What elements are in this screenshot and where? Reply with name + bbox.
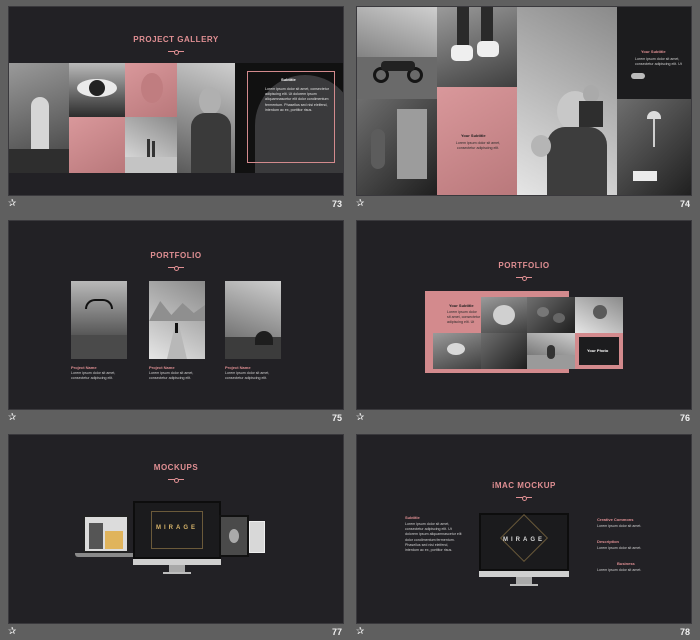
slide-78-imac-mockup[interactable]: iMAC MOCKUP Subtitle Lorem ipsum dolor s… (356, 434, 692, 624)
slide-74-photo-grid[interactable]: Your Subtitle Lorem ipsum dolor sit amet… (356, 6, 692, 196)
slide-78-footer: ✰ 78 (356, 626, 692, 640)
slide-number: 73 (331, 199, 342, 209)
slide-74-footer: ✰ 74 (356, 198, 692, 212)
star-icon[interactable]: ✰ (8, 198, 16, 210)
slide-number: 76 (679, 413, 690, 423)
slide-number: 74 (679, 199, 690, 209)
photo-woman-back (9, 63, 69, 173)
title-ornament (516, 276, 532, 281)
your-photo-frame: Your Photo (575, 333, 623, 369)
slide-75-footer: ✰ 75 (8, 412, 344, 426)
slide-77-footer: ✰ 77 (8, 626, 344, 640)
grid-subtitle: Your Subtitle (449, 303, 474, 308)
right-item-2-title: Description (597, 539, 620, 544)
title-ornament (168, 50, 184, 55)
photo-bird (433, 333, 481, 369)
photo-wall-lamp (575, 297, 623, 333)
star-icon[interactable]: ✰ (8, 626, 16, 638)
right-item-3-text: Lorem ipsum dolor sit amet. (597, 568, 642, 572)
title-ornament (168, 478, 184, 483)
photo-eye-closeup (69, 63, 125, 117)
cell-text: Lorem ipsum dolor sit amet, consectetur … (635, 57, 682, 67)
slide-number: 75 (331, 413, 342, 423)
photo-paraglider (71, 281, 127, 359)
photo-family (517, 7, 617, 195)
photo-pier-couple (125, 117, 177, 173)
screen-brand-text: MIRAGE (156, 525, 198, 531)
slide-title: iMAC MOCKUP (492, 481, 556, 490)
slide-title: MOCKUPS (153, 463, 199, 472)
panel-text: Lorem ipsum dolor sit amet, consectetur … (265, 87, 329, 112)
subtitle-panel: Subtitle Lorem ipsum dolor sit amet, con… (235, 63, 343, 173)
panel-subtitle: Subtitle (281, 77, 296, 82)
phone-mockup (249, 521, 265, 553)
title-ornament (168, 266, 184, 271)
project-1-text: Lorem ipsum dolor sit amet, consectetur … (71, 371, 116, 381)
pink-text-block: Your Subtitle Lorem ipsum dolor sit amet… (437, 87, 517, 195)
slide-76-footer: ✰ 76 (356, 412, 692, 426)
slide-77-mockups[interactable]: MOCKUPS MIRAGE (8, 434, 344, 624)
slide-76-portfolio-grid[interactable]: PORTFOLIO Your Subtitle Lorem ipsum dolo… (356, 220, 692, 410)
imac-mockup: MIRAGE (479, 513, 569, 587)
slide-number: 77 (331, 627, 342, 637)
project-1-name: Project Name (71, 365, 97, 370)
star-icon[interactable]: ✰ (8, 412, 16, 424)
photo-pink-abstract (69, 117, 125, 173)
project-3-name: Project Name (225, 365, 251, 370)
slide-title: PORTFOLIO (498, 261, 550, 270)
right-item-1-title: Creative Commons (597, 517, 634, 522)
screen-brand-text: MIRAGE (503, 537, 545, 543)
photo-pink-portrait (125, 63, 177, 117)
photo-road-mountains (149, 281, 205, 359)
grid-text: Lorem ipsum dolor sit amet, consectetur … (447, 310, 481, 325)
photo-food-bowl (481, 297, 527, 333)
slide-73-project-gallery[interactable]: PROJECT GALLERY Subtitle Lorem ipsum dol… (8, 6, 344, 196)
imac-mockup: MIRAGE (133, 501, 221, 575)
cell-subtitle: Your Subtitle (641, 49, 666, 54)
star-icon[interactable]: ✰ (356, 198, 364, 210)
photo-motorcycle (357, 7, 437, 99)
project-2-name: Project Name (149, 365, 175, 370)
slide-75-portfolio[interactable]: PORTFOLIO Project Name Lorem ipsum dolor… (8, 220, 344, 410)
tablet-mockup (219, 515, 249, 557)
photo-dark-leaf (481, 333, 527, 369)
photo-beach-person (527, 333, 575, 369)
slide-number: 78 (679, 627, 690, 637)
left-subtitle: Subtitle (405, 515, 420, 520)
block-text: Lorem ipsum dolor sit amet, consectetur … (455, 141, 501, 151)
star-icon[interactable]: ✰ (356, 412, 364, 424)
slide-73-footer: ✰ 73 (8, 198, 344, 212)
photo-stones (527, 297, 575, 333)
right-item-2-text: Lorem ipsum dolor sit amet. (597, 546, 642, 550)
photo-man-profile (177, 63, 235, 173)
slide-title: PROJECT GALLERY (133, 35, 219, 44)
block-subtitle: Your Subtitle (461, 133, 486, 138)
left-text: Lorem ipsum dolor sit amet, consectetur … (405, 522, 462, 553)
laptop-mockup (75, 515, 137, 561)
photo-desk-lamp (617, 99, 691, 195)
photo-label: Your Photo (587, 348, 609, 353)
photo-woman-window (357, 99, 437, 195)
title-ornament (516, 496, 532, 501)
photo-cloudy-sky (225, 281, 281, 359)
right-item-1-text: Lorem ipsum dolor sit amet. (597, 524, 642, 528)
project-3-text: Lorem ipsum dolor sit amet, consectetur … (225, 371, 270, 381)
photo-sneakers (437, 7, 517, 87)
star-icon[interactable]: ✰ (356, 626, 364, 638)
right-item-3-title: Business (617, 561, 635, 566)
subtitle-cell: Your Subtitle Lorem ipsum dolor sit amet… (617, 7, 691, 99)
project-2-text: Lorem ipsum dolor sit amet, consectetur … (149, 371, 194, 381)
slide-title: PORTFOLIO (150, 251, 202, 260)
